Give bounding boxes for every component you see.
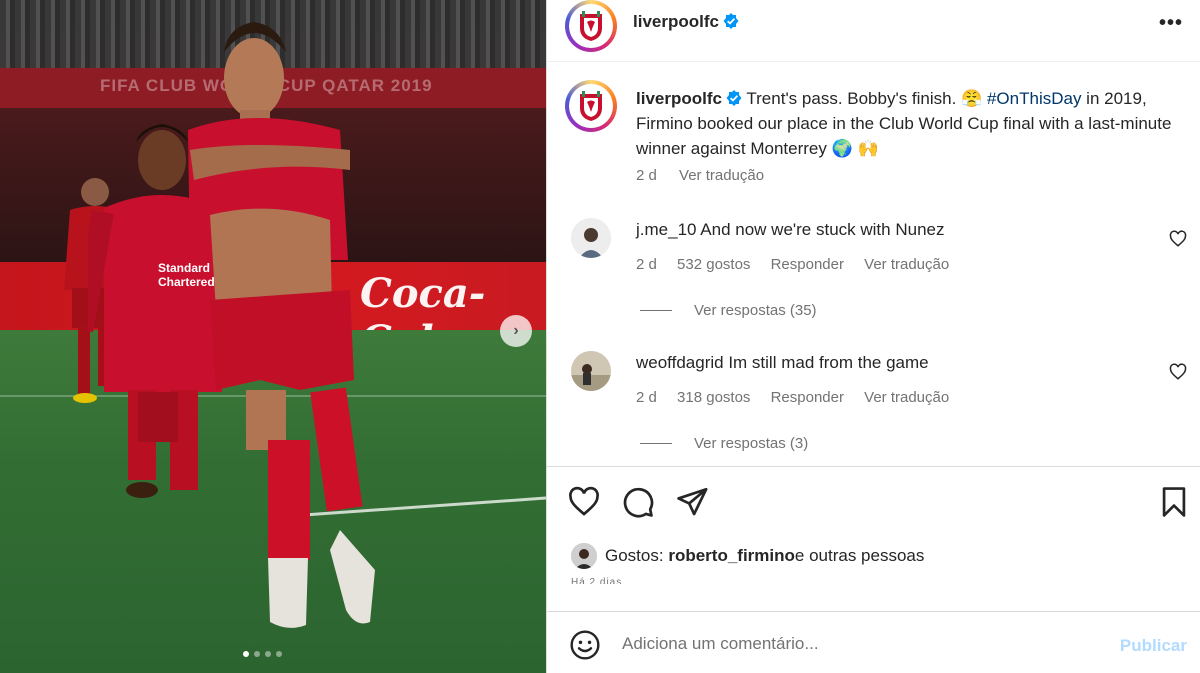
carousel-dot [254,651,260,657]
comment-reply-button[interactable]: Responder [771,389,844,406]
comment-body: And now we're stuck with Nunez [700,220,945,239]
more-options-button[interactable]: ••• [1159,12,1183,35]
comment-reply-button[interactable]: Responder [771,256,844,273]
comment-item: weoffdagrid Im still mad from the game 2… [565,351,1187,461]
liverpool-crest-icon [579,90,602,121]
comment-input[interactable] [622,626,1102,662]
comment-meta: 2 d 532 gostos Responder Ver tradução [636,256,965,273]
carousel-dot [265,651,271,657]
caption-username[interactable]: liverpoolfc [636,89,722,108]
likes-prefix: Gostos: [605,546,664,565]
carousel-dots [243,651,282,657]
comment-translate-link[interactable]: Ver tradução [864,256,949,273]
add-comment-bar: Publicar [547,611,1200,673]
replies-divider [640,310,672,311]
comment-item: j.me_10 And now we're stuck with Nunez 2… [565,218,1187,328]
view-replies-label[interactable]: Ver respostas (35) [694,302,817,319]
post-actions: Gostos: roberto_firmino e outras pessoas… [547,466,1200,611]
liverpool-crest-icon [579,10,602,41]
comment-like-heart-icon[interactable] [1169,230,1187,248]
comment-bubble-icon[interactable] [621,485,655,519]
likes-suffix[interactable]: e outras pessoas [795,546,924,566]
comment-likes-count[interactable]: 532 gostos [677,256,750,273]
comment-username[interactable]: weoffdagrid [636,353,724,372]
verified-badge-icon [726,90,742,106]
caption-avatar[interactable] [565,80,617,132]
comment-likes-count[interactable]: 318 gostos [677,389,750,406]
caption-text: liverpoolfc Trent's pass. Bobby's finish… [636,86,1186,161]
carousel-dot-active [243,651,249,657]
next-slide-button[interactable]: › [500,315,532,347]
view-replies-label[interactable]: Ver respostas (3) [694,435,808,452]
comment-like-heart-icon[interactable] [1169,363,1187,381]
caption-meta: 2 d Ver tradução [636,167,782,184]
share-send-icon[interactable] [675,485,709,519]
comment-body: Im still mad from the game [728,353,929,372]
replies-divider [640,443,672,444]
view-replies-button[interactable]: Ver respostas (3) [640,435,808,452]
user-avatar-icon [571,351,611,391]
post-details-panel: liverpoolfc ••• liverpoolfc Trent's pass… [546,0,1200,673]
user-avatar-icon [571,218,611,258]
carousel-dot [276,651,282,657]
post-photo[interactable]: FIFA CLUB WORLD CUP QATAR 2019 Coca-Cola… [0,0,546,673]
like-heart-icon[interactable] [567,485,601,519]
emoji-smiley-icon[interactable] [569,629,601,661]
comment-text: j.me_10 And now we're stuck with Nunez [636,220,944,240]
user-avatar-icon [571,543,597,569]
post-date: Há 2 dias [571,577,623,584]
header-username[interactable]: liverpoolfc [633,12,739,32]
save-bookmark-icon[interactable] [1157,485,1191,519]
likes-user-link[interactable]: roberto_firmino [668,546,795,566]
caption-timestamp[interactable]: 2 d [636,167,657,184]
comment-meta: 2 d 318 gostos Responder Ver tradução [636,389,965,406]
comment-username[interactable]: j.me_10 [636,220,696,239]
comment-avatar[interactable] [571,218,611,258]
likes-summary[interactable]: Gostos: roberto_firmino e outras pessoas [571,543,924,569]
player-celebrating-front [188,22,375,628]
verified-badge-icon [723,13,739,29]
publish-button[interactable]: Publicar [1120,636,1187,656]
caption-hashtag-link[interactable]: #OnThisDay [987,89,1081,108]
profile-avatar[interactable] [565,0,617,52]
comment-translate-link[interactable]: Ver tradução [864,389,949,406]
view-replies-button[interactable]: Ver respostas (35) [640,302,817,319]
caption-body-start: Trent's pass. Bobby's finish. 😤 [746,89,983,108]
comment-timestamp[interactable]: 2 d [636,256,657,273]
header-username-text[interactable]: liverpoolfc [633,12,719,31]
post-header: liverpoolfc ••• [547,0,1200,62]
comment-avatar[interactable] [571,351,611,391]
comment-text: weoffdagrid Im still mad from the game [636,353,929,373]
comment-timestamp[interactable]: 2 d [636,389,657,406]
liker-avatar[interactable] [571,543,597,569]
caption-translate-link[interactable]: Ver tradução [679,167,764,184]
